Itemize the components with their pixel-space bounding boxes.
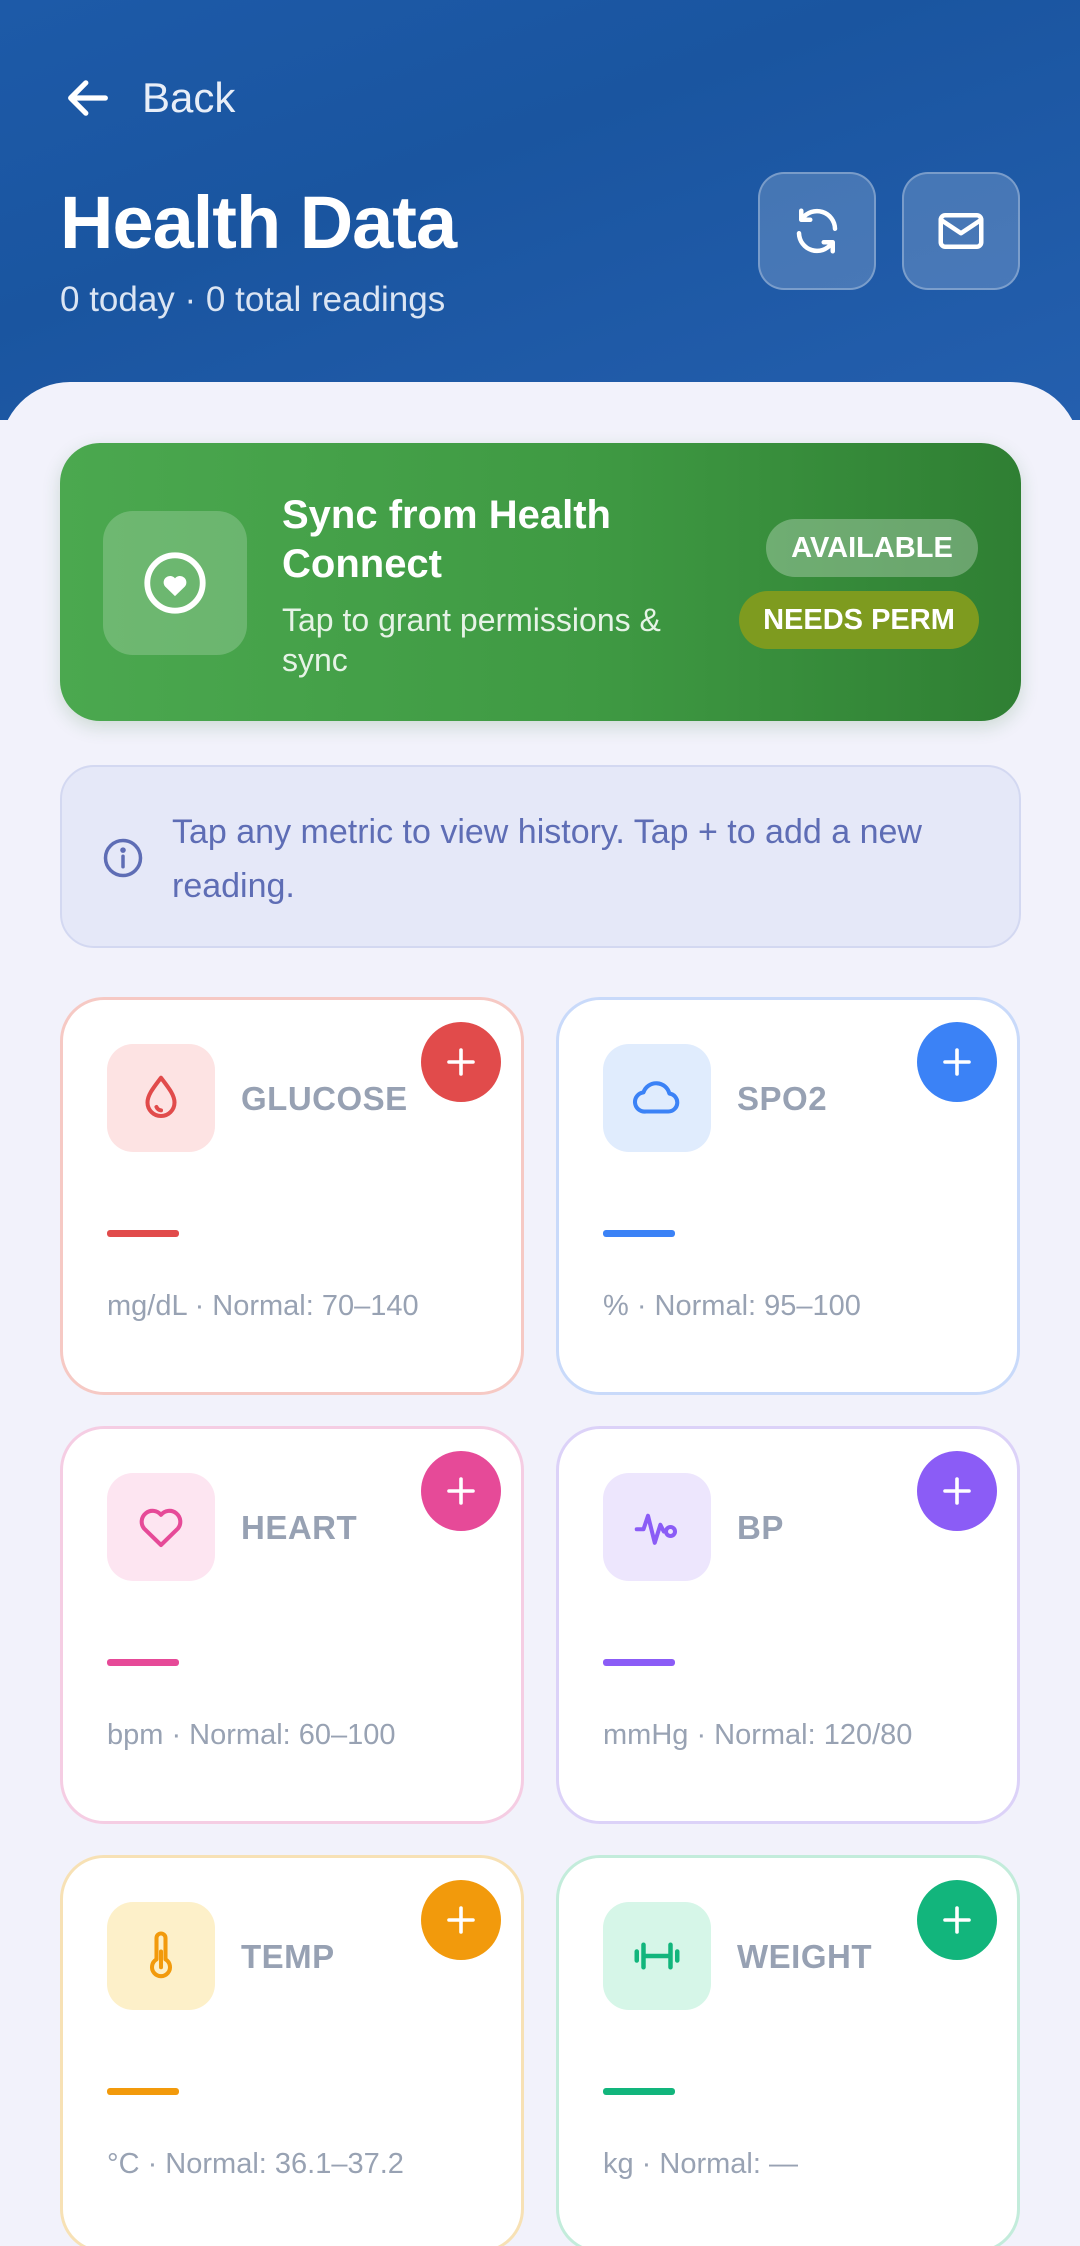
needs-permission-badge: NEEDS PERM — [739, 591, 979, 649]
metric-icon-box — [107, 1044, 215, 1152]
back-label: Back — [142, 74, 236, 121]
add-glucose-button[interactable] — [421, 1022, 501, 1102]
refresh-button[interactable] — [758, 172, 876, 290]
heart-circle-icon — [144, 552, 206, 614]
info-text: Tap any metric to view history. Tap + to… — [172, 813, 922, 905]
plus-icon — [447, 1048, 475, 1076]
add-heart-button[interactable] — [421, 1451, 501, 1531]
sync-title: Sync from Health Connect — [282, 493, 611, 586]
plus-icon — [447, 1477, 475, 1505]
metric-name: SPO2 — [737, 1080, 828, 1117]
cloud-icon — [633, 1081, 680, 1114]
add-spo2-button[interactable] — [917, 1022, 997, 1102]
metric-icon-box — [603, 1902, 711, 2010]
metric-footer: % · Normal: 95–100 — [603, 1290, 861, 1322]
health-connect-sync-card[interactable]: Sync from Health Connect Tap to grant pe… — [60, 443, 1021, 721]
metric-icon-box — [107, 1473, 215, 1581]
metric-value-placeholder — [107, 1659, 179, 1666]
plus-icon — [943, 1906, 971, 1934]
metric-value-placeholder — [107, 1230, 179, 1237]
plus-icon — [943, 1477, 971, 1505]
dumbbell-icon — [634, 1942, 680, 1970]
email-button[interactable] — [902, 172, 1020, 290]
page-subtitle: 0 today · 0 total readings — [60, 280, 446, 319]
metric-name: HEART — [241, 1509, 358, 1546]
add-bp-button[interactable] — [917, 1451, 997, 1531]
arrow-left-icon — [68, 80, 108, 116]
page-title: Health Data — [60, 181, 457, 264]
plus-icon — [447, 1906, 475, 1934]
metric-name: WEIGHT — [737, 1938, 872, 1975]
mail-icon — [938, 213, 984, 249]
pulse-icon — [634, 1513, 678, 1545]
sync-subtitle: Tap to grant permissions & sync — [282, 602, 661, 678]
metric-value-placeholder — [107, 2088, 179, 2095]
metric-footer: bpm · Normal: 60–100 — [107, 1719, 396, 1751]
add-temp-button[interactable] — [421, 1880, 501, 1960]
metric-card-glucose[interactable]: GLUCOSE mg/dL · Normal: 70–140 — [60, 997, 524, 1395]
metric-icon-box — [603, 1473, 711, 1581]
metric-footer: mg/dL · Normal: 70–140 — [107, 1290, 419, 1322]
metric-name: TEMP — [241, 1938, 335, 1975]
drop-icon — [145, 1075, 177, 1119]
add-weight-button[interactable] — [917, 1880, 997, 1960]
metric-value-placeholder — [603, 1659, 675, 1666]
metric-icon-box — [603, 1044, 711, 1152]
metric-name: BP — [737, 1509, 784, 1546]
heart-icon — [139, 1508, 183, 1548]
refresh-icon — [796, 208, 838, 254]
info-banner: Tap any metric to view history. Tap + to… — [60, 765, 1021, 948]
metric-name: GLUCOSE — [241, 1080, 408, 1117]
metric-value-placeholder — [603, 1230, 675, 1237]
metric-card-heart[interactable]: HEART bpm · Normal: 60–100 — [60, 1426, 524, 1824]
metric-card-temp[interactable]: TEMP °C · Normal: 36.1–37.2 — [60, 1855, 524, 2246]
metric-value-placeholder — [603, 2088, 675, 2095]
metric-card-spo2[interactable]: SPO2 % · Normal: 95–100 — [556, 997, 1020, 1395]
metric-icon-box — [107, 1902, 215, 2010]
back-button[interactable]: Back — [62, 72, 235, 124]
metric-footer: °C · Normal: 36.1–37.2 — [107, 2148, 404, 2180]
metric-card-weight[interactable]: WEIGHT kg · Normal: — — [556, 1855, 1020, 2246]
thermometer-icon — [149, 1931, 173, 1979]
info-icon — [103, 838, 143, 878]
metric-card-bp[interactable]: BP mmHg · Normal: 120/80 — [556, 1426, 1020, 1824]
header: Back Health Data 0 today · 0 total readi… — [0, 0, 1080, 420]
available-badge: AVAILABLE — [766, 519, 978, 577]
metric-footer: mmHg · Normal: 120/80 — [603, 1719, 913, 1751]
plus-icon — [943, 1048, 971, 1076]
sync-icon-box — [103, 511, 247, 655]
metric-footer: kg · Normal: — — [603, 2148, 798, 2180]
